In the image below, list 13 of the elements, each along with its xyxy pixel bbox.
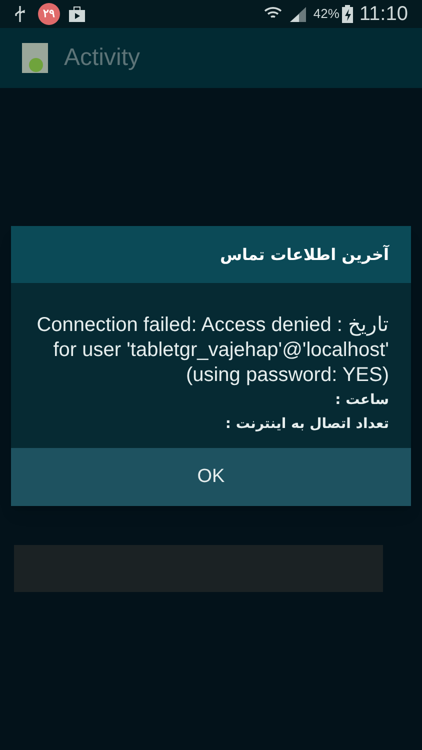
dialog-title: آخرین اطلاعات تماس xyxy=(220,244,389,266)
battery-charging-icon xyxy=(342,5,354,23)
dialog-message: ساعت : xyxy=(334,391,389,410)
dialog-message: تاریخ : Connection failed: Access denied for user 'tabletgr_vajehap'@'localhost' (using password: YES) xyxy=(36,313,389,388)
app-icon xyxy=(22,43,48,73)
signal-icon xyxy=(289,6,308,22)
clock: 11:10 xyxy=(359,2,408,27)
play-store-icon xyxy=(68,6,86,22)
activity-title: Activity xyxy=(64,43,140,73)
battery-percent: 42% xyxy=(313,5,340,24)
dialog-message: تعداد اتصال به اینترنت : xyxy=(224,415,389,434)
notification-badge: ۲۹ xyxy=(38,3,60,25)
ok-button[interactable]: OK xyxy=(11,448,411,506)
